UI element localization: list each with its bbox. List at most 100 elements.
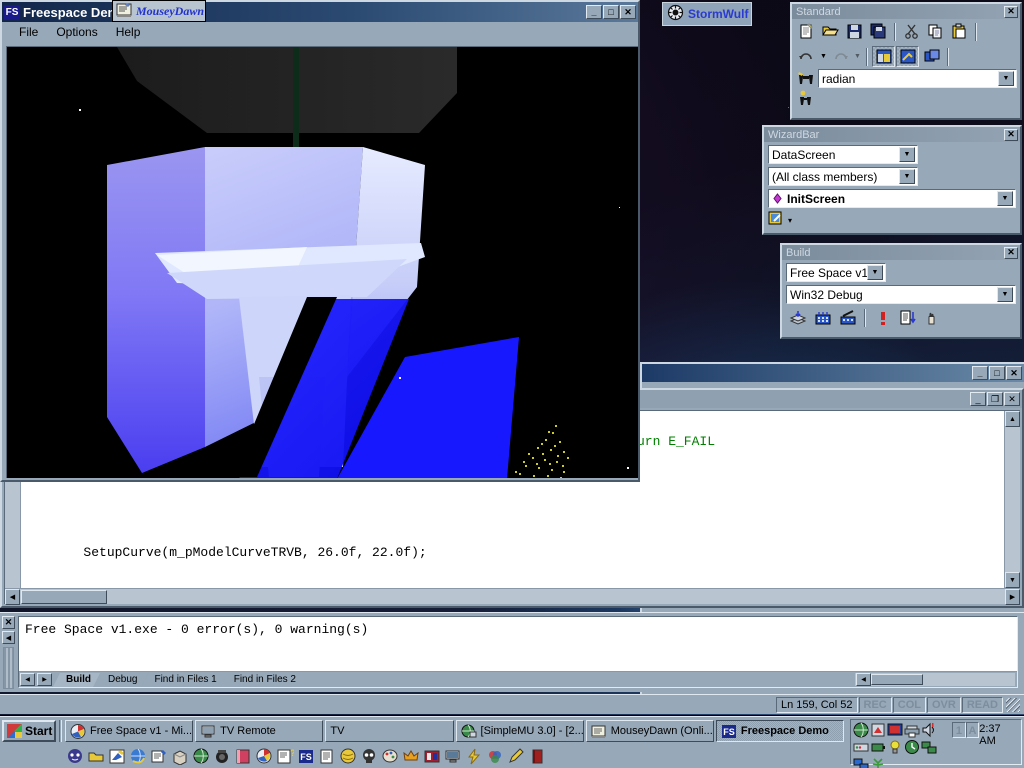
wizardbar-filter-dropdown-icon[interactable]: ▼ bbox=[899, 169, 915, 184]
window-list-icon[interactable] bbox=[920, 46, 943, 67]
menu-options[interactable]: Options bbox=[47, 23, 106, 41]
find-in-files-icon[interactable] bbox=[795, 90, 817, 106]
book-icon[interactable] bbox=[234, 748, 252, 765]
task-mousey-dawn[interactable]: MouseyDawn (Onli... bbox=[585, 720, 714, 742]
taskbar-clock[interactable]: 2:37 AM bbox=[979, 722, 1019, 747]
task-tv[interactable]: TV bbox=[325, 720, 454, 742]
close-button[interactable]: ✕ bbox=[1006, 366, 1022, 380]
book2-icon[interactable] bbox=[528, 748, 546, 765]
redo-dropdown-icon[interactable]: ▼ bbox=[853, 47, 862, 67]
find-combo[interactable]: radian ▼ bbox=[818, 69, 1017, 88]
scroll-left-arrow-icon[interactable]: ◀ bbox=[5, 588, 20, 605]
internet-explorer-icon[interactable] bbox=[129, 748, 147, 765]
tab-scroll-right-icon[interactable]: ▶ bbox=[37, 673, 52, 686]
visual-cpp-titlebar[interactable]: _ □ ✕ bbox=[642, 364, 1024, 382]
task-tv-remote[interactable]: TV Remote bbox=[195, 720, 324, 742]
scroll-up-arrow-icon[interactable]: ▲ bbox=[1005, 411, 1020, 427]
tab-debug[interactable]: Debug bbox=[95, 673, 146, 687]
task-free-space-v1[interactable]: Free Space v1 - Mi... bbox=[65, 720, 194, 742]
pencil-icon[interactable] bbox=[507, 747, 525, 765]
tab-find-in-files-1[interactable]: Find in Files 1 bbox=[141, 673, 225, 687]
task-simplemu[interactable]: [SimpleMU 3.0] - [2... bbox=[455, 720, 584, 742]
build-toolbar-close-button[interactable]: ✕ bbox=[1004, 246, 1018, 259]
output-window-icon[interactable] bbox=[896, 46, 919, 67]
standard-toolbar-titlebar[interactable]: Standard ✕ bbox=[792, 4, 1020, 19]
execute-program-icon[interactable] bbox=[871, 307, 894, 328]
find-combo-dropdown-icon[interactable]: ▼ bbox=[998, 71, 1014, 86]
fs-icon[interactable]: FS bbox=[297, 748, 315, 765]
output-scroll-up-arrow-icon[interactable]: ◀ bbox=[2, 631, 15, 644]
scroll-down-arrow-icon[interactable]: ▼ bbox=[1005, 572, 1020, 588]
build-project-dropdown-icon[interactable]: ▼ bbox=[867, 265, 883, 280]
wizardbar-titlebar[interactable]: WizardBar ✕ bbox=[764, 127, 1020, 142]
computer-icon[interactable] bbox=[444, 748, 462, 765]
output-tab-strip[interactable]: ◀ ▶ Build Debug Find in Files 1 Find in … bbox=[19, 671, 1017, 687]
output-scroll-thumb[interactable] bbox=[871, 674, 923, 685]
camera-icon[interactable] bbox=[213, 748, 231, 765]
redo-icon[interactable] bbox=[829, 46, 852, 67]
scroll-right-arrow-icon[interactable]: ▶ bbox=[1005, 588, 1020, 605]
build-toolbar-titlebar[interactable]: Build ✕ bbox=[782, 245, 1020, 260]
output-scroll-left-icon[interactable]: ◀ bbox=[856, 672, 871, 686]
wizardbar-member-combo[interactable]: InitScreen ▼ bbox=[768, 189, 1016, 208]
copy-icon[interactable] bbox=[924, 21, 947, 42]
crown-icon[interactable] bbox=[402, 748, 420, 765]
minimize-button[interactable]: _ bbox=[972, 366, 988, 380]
network-pc2-icon[interactable] bbox=[853, 756, 869, 768]
modem-icon[interactable] bbox=[853, 739, 869, 755]
wizard-icon[interactable] bbox=[150, 748, 168, 765]
globe-icon[interactable] bbox=[192, 748, 210, 765]
save-icon[interactable] bbox=[843, 21, 866, 42]
colors-icon[interactable] bbox=[486, 748, 504, 765]
clock-icon[interactable] bbox=[904, 739, 920, 755]
task-freespace-demo[interactable]: FS Freespace Demo bbox=[715, 720, 845, 742]
stop-build-icon[interactable] bbox=[836, 307, 859, 328]
open-folder-icon[interactable] bbox=[819, 21, 842, 42]
wizardbar-member-dropdown-icon[interactable]: ▼ bbox=[997, 191, 1013, 206]
3d-render-canvas[interactable] bbox=[6, 46, 638, 478]
network-pc-icon[interactable] bbox=[921, 739, 937, 755]
output-splitter-handle[interactable] bbox=[3, 647, 14, 689]
printer-icon[interactable] bbox=[904, 722, 920, 738]
build-config-combo[interactable]: Win32 Debug ▼ bbox=[786, 285, 1016, 304]
mask-icon[interactable] bbox=[66, 748, 84, 765]
freespace-menubar[interactable]: File Options Help bbox=[2, 22, 638, 42]
freespace-close-button[interactable]: ✕ bbox=[620, 5, 636, 19]
start-button[interactable]: Start bbox=[2, 720, 56, 742]
workspace-window-icon[interactable] bbox=[872, 46, 895, 67]
lightning-icon[interactable] bbox=[465, 748, 483, 765]
mdi-close-button[interactable]: ✕ bbox=[1004, 392, 1020, 406]
mousey-dawn-toolbar[interactable]: MouseyDawn bbox=[112, 0, 206, 22]
wizardbar-close-button[interactable]: ✕ bbox=[1004, 128, 1018, 141]
wizardbar-filter-combo[interactable]: (All class members) ▼ bbox=[768, 167, 918, 186]
wizardbar-class-dropdown-icon[interactable]: ▼ bbox=[899, 147, 915, 162]
paste-icon[interactable] bbox=[948, 21, 971, 42]
output-horizontal-scrollbar[interactable]: ◀ bbox=[855, 672, 1015, 686]
freespace-maximize-button[interactable]: □ bbox=[603, 5, 619, 19]
tab-build[interactable]: Build bbox=[53, 673, 100, 687]
output-text-area[interactable]: Free Space v1.exe - 0 error(s), 0 warnin… bbox=[18, 616, 1018, 688]
paint-icon[interactable] bbox=[108, 748, 126, 765]
freespace-titlebar[interactable]: FS Freespace Dem _ □ ✕ bbox=[2, 2, 638, 22]
battery-icon[interactable] bbox=[870, 739, 886, 755]
msdev-icon[interactable] bbox=[255, 748, 273, 765]
acrobat-icon[interactable] bbox=[870, 722, 886, 738]
speaker-volume-icon[interactable] bbox=[921, 722, 937, 738]
network-globe-icon[interactable] bbox=[853, 722, 869, 738]
wizardbar-class-combo[interactable]: DataScreen ▼ bbox=[768, 145, 918, 164]
undo-icon[interactable] bbox=[795, 46, 818, 67]
wizardbar-action-dropdown-icon[interactable]: ▾ bbox=[788, 216, 792, 225]
compile-icon[interactable] bbox=[786, 307, 809, 328]
new-text-file-icon[interactable] bbox=[795, 21, 818, 42]
menu-help[interactable]: Help bbox=[107, 23, 150, 41]
save-all-icon[interactable] bbox=[867, 21, 890, 42]
lightbulb-icon[interactable] bbox=[887, 739, 903, 755]
menu-file[interactable]: File bbox=[10, 23, 47, 41]
horizontal-scroll-thumb[interactable] bbox=[21, 589, 107, 604]
editor-horizontal-scrollbar[interactable]: ◀ ▶ bbox=[5, 588, 1020, 605]
maximize-button[interactable]: □ bbox=[989, 366, 1005, 380]
undo-dropdown-icon[interactable]: ▼ bbox=[819, 47, 828, 67]
resize-grip[interactable] bbox=[1006, 697, 1020, 712]
build-icon[interactable] bbox=[811, 307, 834, 328]
palette-icon[interactable] bbox=[381, 748, 399, 765]
